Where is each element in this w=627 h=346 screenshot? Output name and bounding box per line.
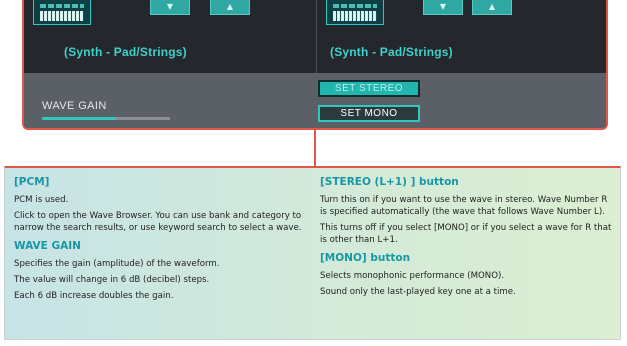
wave-row-graphic [333, 4, 377, 8]
set-stereo-button[interactable]: SET STEREO [318, 80, 420, 97]
pcm-line: PCM is used. [14, 195, 69, 205]
keyboard-icon [40, 11, 84, 21]
pcm-line: Click to open the Wave Browser. You can … [14, 211, 302, 233]
set-mono-button[interactable]: SET MONO [318, 105, 420, 122]
callout-connector [314, 130, 316, 166]
wave-row-graphic [40, 4, 84, 8]
chevron-up-icon: ▲ [226, 2, 234, 11]
stereo-heading: [STEREO (L+1) ] button [320, 176, 459, 188]
stereo-line: Turn this on if you want to use the wave… [320, 195, 608, 217]
mono-line: Sound only the last-played key one at a … [320, 287, 516, 297]
synth-screenshot-panel: ▼ ▲ (Synth - Pad/Strings) ▼ ▲ (Synth - P… [22, 0, 608, 130]
wave-gain-heading: WAVE GAIN [14, 240, 81, 252]
chevron-down-icon: ▼ [166, 2, 174, 11]
chevron-down-icon: ▼ [439, 2, 447, 11]
right-wave-thumbnail[interactable] [326, 0, 384, 25]
left-wave-category: (Synth - Pad/Strings) [64, 45, 187, 59]
chevron-up-icon: ▲ [488, 2, 496, 11]
wave-gain-label: WAVE GAIN [42, 100, 107, 112]
left-wave-up-button[interactable]: ▲ [210, 0, 250, 15]
stereo-line: This turns off if you select [MONO] or i… [320, 223, 612, 245]
wave-gain-slider[interactable] [42, 117, 170, 120]
mono-line: Selects monophonic performance (MONO). [320, 271, 505, 281]
wave-gain-slider-fill [42, 117, 117, 120]
mono-heading: [MONO] button [320, 252, 411, 264]
gain-line: Specifies the gain (amplitude) of the wa… [14, 259, 220, 269]
right-wave-category: (Synth - Pad/Strings) [330, 45, 453, 59]
gain-line: Each 6 dB increase doubles the gain. [14, 291, 174, 301]
gain-line: The value will change in 6 dB (decibel) … [14, 275, 210, 285]
keyboard-icon [333, 11, 377, 21]
wave-gain-area [24, 73, 606, 128]
left-wave-down-button[interactable]: ▼ [150, 0, 190, 15]
description-box: [PCM] PCM is used. Click to open the Wav… [4, 166, 621, 340]
right-wave-up-button[interactable]: ▲ [472, 0, 512, 15]
description-right-column: [STEREO (L+1) ] button Turn this on if y… [320, 176, 612, 302]
description-left-column: [PCM] PCM is used. Click to open the Wav… [14, 176, 304, 306]
left-wave-thumbnail[interactable] [33, 0, 91, 25]
column-divider [316, 0, 317, 73]
pcm-heading: [PCM] [14, 176, 50, 188]
wave-select-area: ▼ ▲ (Synth - Pad/Strings) ▼ ▲ (Synth - P… [24, 0, 606, 73]
right-wave-down-button[interactable]: ▼ [423, 0, 463, 15]
